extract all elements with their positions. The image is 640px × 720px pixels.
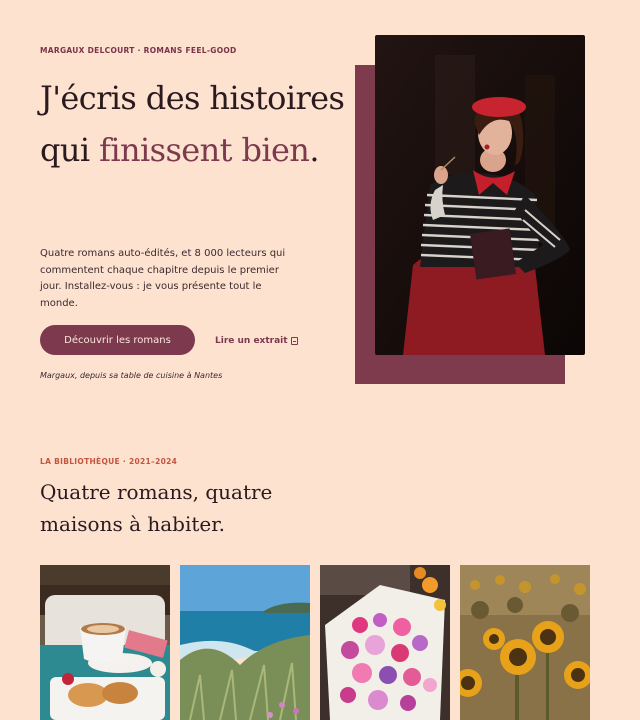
cafe-photo [40,565,170,720]
hero-intro: Quatre romans auto-édités, et 8 000 lect… [40,248,286,309]
coast-photo [180,565,310,720]
hero-title: J'écris des histoires qui finissent bien… [40,72,350,176]
library-eyebrow: LA BIBLIOTHÈQUE · 2021–2024 [40,457,178,466]
novel-tile-flowers[interactable] [320,565,450,720]
author-eyebrow: MARGAUX DELCOURT · ROMANS FEEL-GOOD [40,46,237,55]
read-excerpt-label: Lire un extrait [215,336,288,346]
author-portrait-illustration [375,35,585,355]
discover-novels-button[interactable]: Découvrir les romans [40,325,195,355]
library-title: Quatre romans, quatre maisons à habiter. [40,480,273,536]
author-portrait [375,35,585,355]
novel-tile-coast[interactable] [180,565,310,720]
hero-title-line1: J'écris des histoires [40,79,345,117]
author-caption: Margaux, depuis sa table de cuisine à Na… [40,371,223,380]
read-excerpt-link[interactable]: Lire un extrait [215,336,298,346]
flowers-photo [320,565,450,720]
novel-tile-sunflowers[interactable] [460,565,590,720]
book-icon [290,337,298,345]
novel-tile-cafe[interactable] [40,565,170,720]
hero-title-suffix: . [309,131,319,169]
sunflowers-photo [460,565,590,720]
hero-title-accent: finissent bien [99,131,310,169]
hero-title-prefix: qui [40,131,100,169]
